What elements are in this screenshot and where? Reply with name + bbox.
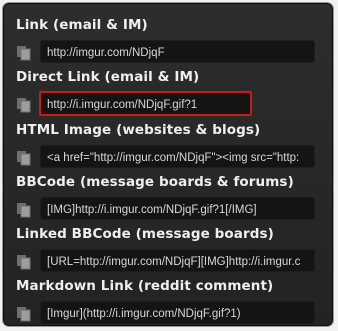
html-image-input[interactable] [41, 147, 314, 167]
share-links-panel: Link (email & IM) Direct Link (email & I… [3, 3, 333, 326]
link-input[interactable] [41, 42, 314, 62]
section-title: Link (email & IM) [16, 17, 148, 33]
html-image-field[interactable] [40, 145, 315, 168]
linked-bbcode-input[interactable] [41, 251, 314, 271]
copy-icon[interactable] [16, 45, 31, 61]
copy-icon[interactable] [16, 254, 31, 270]
section-link: Link (email & IM) [4, 17, 334, 69]
direct-link-field[interactable] [39, 91, 252, 116]
section-bbcode: BBCode (message boards & forums) [4, 174, 334, 226]
section-html-image: HTML Image (websites & blogs) [4, 122, 334, 174]
copy-icon[interactable] [16, 97, 31, 113]
copy-icon[interactable] [16, 202, 31, 218]
bbcode-field[interactable] [40, 197, 315, 220]
section-markdown-link: Markdown Link (reddit comment) [4, 278, 334, 330]
link-field[interactable] [40, 40, 315, 63]
section-title: Markdown Link (reddit comment) [16, 278, 274, 294]
section-title: BBCode (message boards & forums) [16, 174, 294, 190]
copy-icon[interactable] [16, 306, 31, 322]
section-title: HTML Image (websites & blogs) [16, 122, 261, 138]
direct-link-input[interactable] [41, 94, 250, 114]
section-title: Direct Link (email & IM) [16, 69, 200, 85]
markdown-link-input[interactable] [41, 303, 314, 323]
section-title: Linked BBCode (message boards) [16, 226, 274, 242]
section-direct-link: Direct Link (email & IM) [4, 69, 334, 121]
section-linked-bbcode: Linked BBCode (message boards) [4, 226, 334, 278]
markdown-link-field[interactable] [40, 301, 315, 324]
linked-bbcode-field[interactable] [40, 249, 315, 272]
copy-icon[interactable] [16, 150, 31, 166]
bbcode-input[interactable] [41, 199, 314, 219]
